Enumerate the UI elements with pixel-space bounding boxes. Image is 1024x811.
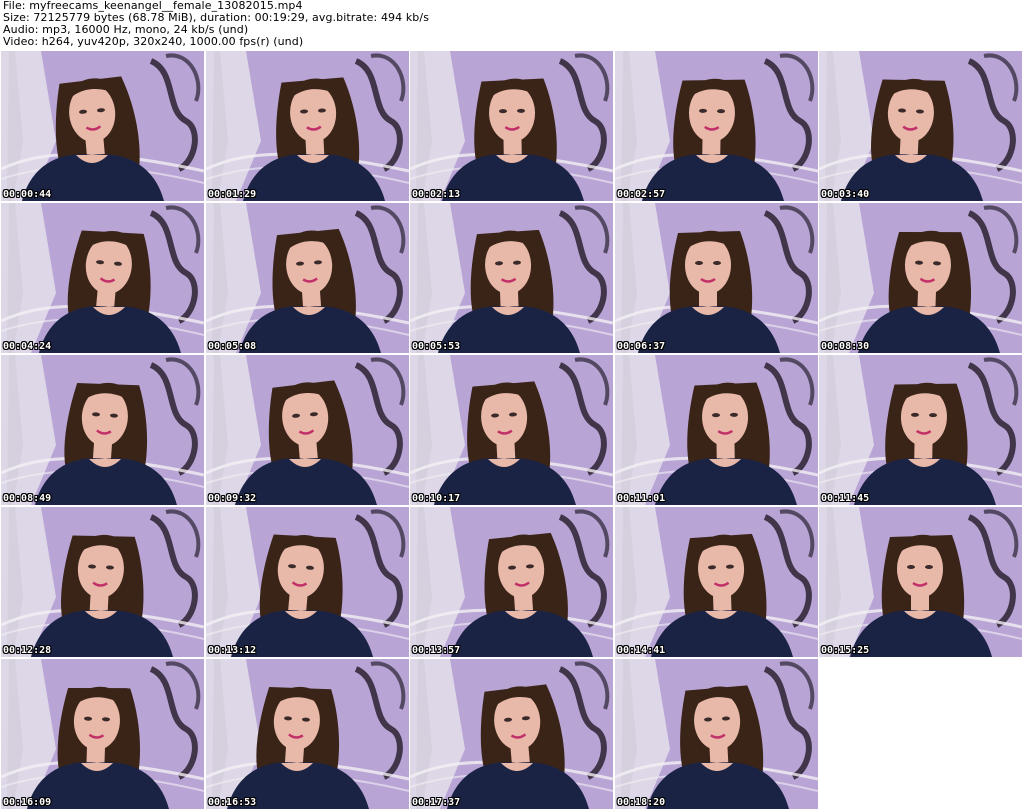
- webcam-frame-image: [206, 355, 409, 505]
- webcam-frame-image: [410, 659, 613, 809]
- thumbnail-timestamp: 00:03:40: [821, 189, 870, 200]
- thumbnail-grid: 00:00:44 00:01:29 00:02:13 00:02:57 00:03:40…: [1, 51, 1023, 811]
- webcam-frame-image: [819, 507, 1022, 657]
- thumbnail-timestamp: 00:01:29: [208, 189, 257, 200]
- video-thumbnail: 00:08:30: [819, 203, 1022, 353]
- thumbnail-timestamp: 00:09:32: [208, 493, 257, 504]
- thumbnail-timestamp: 00:17:37: [412, 797, 461, 808]
- video-info-line: Video: h264, yuv420p, 320x240, 1000.00 f…: [3, 35, 304, 48]
- video-thumbnail: 00:00:44: [1, 51, 204, 201]
- thumbnail-timestamp: 00:18:20: [617, 797, 666, 808]
- video-thumbnail: 00:18:20: [615, 659, 818, 809]
- thumbnail-timestamp: 00:16:53: [208, 797, 257, 808]
- video-thumbnail: 00:11:45: [819, 355, 1022, 505]
- video-thumbnail: 00:14:41: [615, 507, 818, 657]
- video-thumbnail: 00:09:32: [206, 355, 409, 505]
- video-info-header: File: myfreecams_keenangel__female_13082…: [3, 0, 1021, 48]
- webcam-frame-image: [410, 203, 613, 353]
- video-thumbnail: 00:13:57: [410, 507, 613, 657]
- video-thumbnail: 00:12:28: [1, 507, 204, 657]
- webcam-frame-image: [615, 51, 818, 201]
- thumbnail-timestamp: 00:12:28: [3, 645, 52, 656]
- webcam-frame-image: [1, 51, 204, 201]
- webcam-frame-image: [410, 355, 613, 505]
- thumbnail-timestamp: 00:02:13: [412, 189, 461, 200]
- video-thumbnail: 00:13:12: [206, 507, 409, 657]
- video-thumbnail: 00:04:24: [1, 203, 204, 353]
- thumbnail-timestamp: 00:08:49: [3, 493, 52, 504]
- thumbnail-timestamp: 00:11:45: [821, 493, 870, 504]
- video-thumbnail: 00:01:29: [206, 51, 409, 201]
- video-thumbnail: 00:02:57: [615, 51, 818, 201]
- webcam-frame-image: [819, 355, 1022, 505]
- webcam-frame-image: [819, 203, 1022, 353]
- video-thumbnail: 00:02:13: [410, 51, 613, 201]
- video-thumbnail: 00:17:37: [410, 659, 613, 809]
- webcam-frame-image: [410, 51, 613, 201]
- webcam-frame-image: [615, 355, 818, 505]
- thumbnail-timestamp: 00:10:17: [412, 493, 461, 504]
- webcam-frame-image: [1, 659, 204, 809]
- webcam-frame-image: [1, 507, 204, 657]
- video-thumbnail: 00:11:01: [615, 355, 818, 505]
- webcam-frame-image: [206, 51, 409, 201]
- video-thumbnail: 00:06:37: [615, 203, 818, 353]
- thumbnail-timestamp: 00:05:08: [208, 341, 257, 352]
- thumbnail-timestamp: 00:13:12: [208, 645, 257, 656]
- thumbnail-timestamp: 00:08:30: [821, 341, 870, 352]
- webcam-frame-image: [1, 203, 204, 353]
- thumbnail-timestamp: 00:15:25: [821, 645, 870, 656]
- video-thumbnail: 00:16:09: [1, 659, 204, 809]
- video-thumbnail: 00:16:53: [206, 659, 409, 809]
- video-thumbnail: 00:15:25: [819, 507, 1022, 657]
- thumbnail-timestamp: 00:02:57: [617, 189, 666, 200]
- thumbnail-timestamp: 00:06:37: [617, 341, 666, 352]
- thumbnail-timestamp: 00:05:53: [412, 341, 461, 352]
- webcam-frame-image: [615, 203, 818, 353]
- video-thumbnail: 00:05:08: [206, 203, 409, 353]
- webcam-frame-image: [615, 659, 818, 809]
- thumbnail-timestamp: 00:11:01: [617, 493, 666, 504]
- webcam-frame-image: [615, 507, 818, 657]
- video-thumbnail: 00:03:40: [819, 51, 1022, 201]
- webcam-frame-image: [410, 507, 613, 657]
- thumbnail-timestamp: 00:16:09: [3, 797, 52, 808]
- thumbnail-timestamp: 00:04:24: [3, 341, 52, 352]
- thumbnail-timestamp: 00:14:41: [617, 645, 666, 656]
- thumbnail-timestamp: 00:13:57: [412, 645, 461, 656]
- video-thumbnail: 00:08:49: [1, 355, 204, 505]
- thumbnail-timestamp: 00:00:44: [3, 189, 52, 200]
- webcam-frame-image: [206, 659, 409, 809]
- video-thumbnail: 00:05:53: [410, 203, 613, 353]
- webcam-frame-image: [1, 355, 204, 505]
- webcam-frame-image: [206, 203, 409, 353]
- video-thumbnail: 00:10:17: [410, 355, 613, 505]
- webcam-frame-image: [819, 51, 1022, 201]
- webcam-frame-image: [206, 507, 409, 657]
